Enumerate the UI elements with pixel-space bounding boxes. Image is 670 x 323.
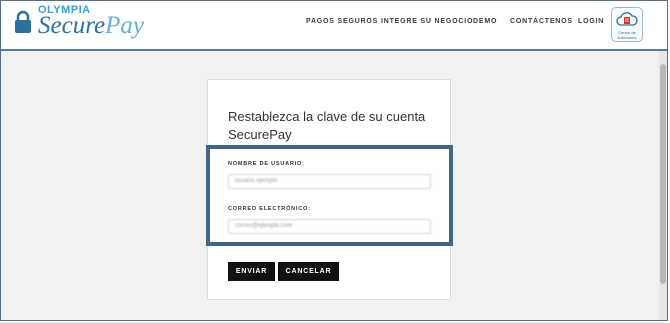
- lock-icon: [15, 10, 31, 33]
- submit-button[interactable]: ENVIAR: [228, 262, 275, 281]
- nav-item-demo[interactable]: DEMO: [473, 18, 497, 25]
- nav-item-pagos-seguros[interactable]: PAGOS SEGUROS: [306, 18, 378, 25]
- nav-item-login[interactable]: LOGIN: [578, 18, 604, 25]
- scrollbar-thumb[interactable]: [660, 64, 666, 284]
- cloud-icon: [616, 12, 638, 26]
- nav-item-integre-su-negocio[interactable]: INTEGRE SU NEGOCIO: [381, 18, 473, 25]
- brand-name-part1: Secure: [38, 12, 106, 39]
- nav-item-contactenos[interactable]: CONTÁCTENOS: [510, 18, 573, 25]
- page-title: Restablezca la clave de su cuenta Secure…: [228, 109, 426, 142]
- fields-highlight-box: [206, 145, 453, 246]
- help-center-button[interactable]: Centro de soluciones: [611, 7, 643, 42]
- cancel-button[interactable]: CANCELAR: [278, 262, 339, 281]
- help-center-label: Centro de soluciones: [617, 30, 637, 40]
- brand-logo[interactable]: SecurePay: [38, 12, 144, 40]
- brand-name-part2: Pay: [105, 12, 144, 39]
